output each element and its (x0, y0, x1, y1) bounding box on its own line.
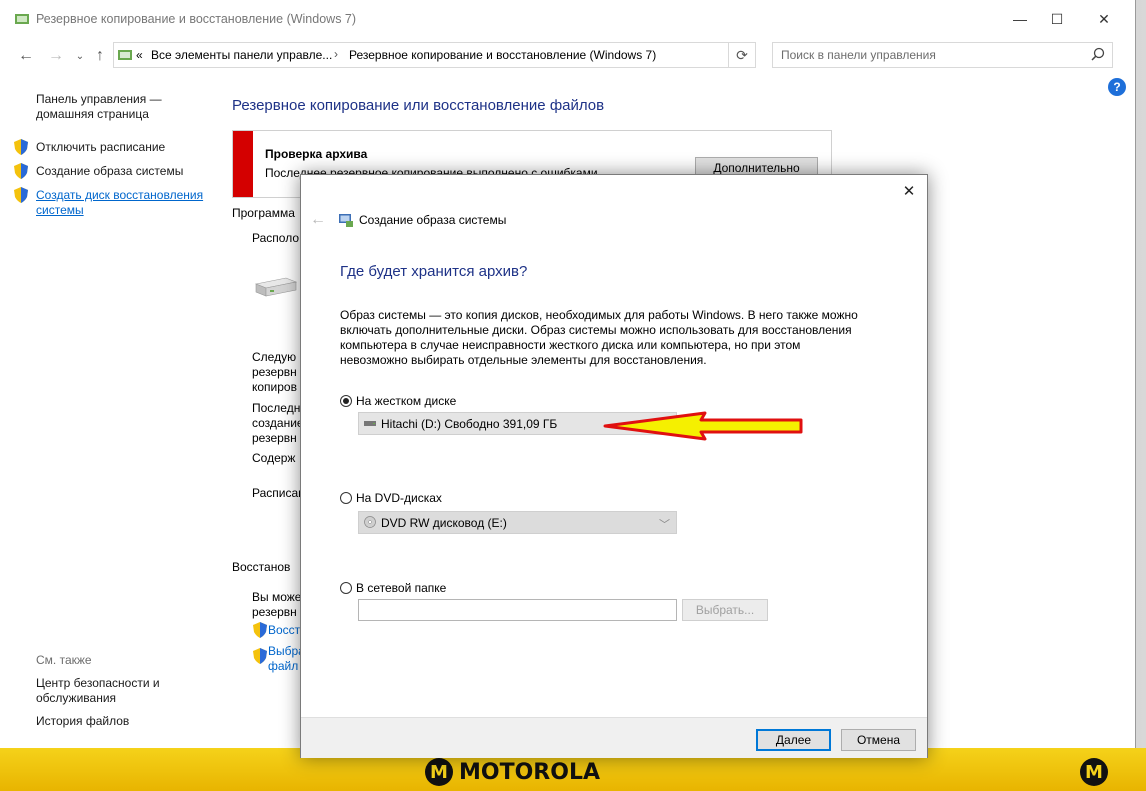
sidebar-link-file-history[interactable]: История файлов (36, 714, 129, 729)
option-network-folder[interactable]: В сетевой папке (340, 581, 446, 595)
window-title: Резервное копирование и восстановление (… (36, 12, 357, 26)
search-input[interactable] (773, 43, 1099, 67)
location-label: Располо (252, 231, 299, 245)
sidebar-item-create-recovery-disk[interactable]: Создать диск восстановления системы (36, 188, 203, 218)
last-backup-label-3: резервн (252, 431, 297, 445)
hard-drive-icon (254, 277, 298, 297)
cancel-button[interactable]: Отмена (841, 729, 916, 751)
breadcrumb-all-items[interactable]: Все элементы панели управле... (151, 48, 332, 62)
address-bar[interactable]: « Все элементы панели управле... › Резер… (113, 42, 756, 68)
dialog-close-button[interactable]: ✕ (899, 181, 919, 201)
hard-drive-icon (364, 421, 376, 426)
close-button[interactable]: ✕ (1081, 0, 1127, 38)
sidebar-item-create-system-image[interactable]: Создание образа системы (36, 164, 183, 179)
motorola-badge: M (425, 758, 453, 786)
shield-icon (253, 622, 267, 638)
backup-app-icon (15, 14, 29, 24)
maximize-button[interactable]: ☐ (1034, 0, 1080, 38)
radio-selected-dot (343, 398, 349, 404)
next-backup-label: Следую (252, 350, 297, 364)
sidebar-item-disable-schedule[interactable]: Отключить расписание (36, 140, 165, 155)
dialog-heading: Где будет хранится архив? (340, 263, 528, 280)
alert-title: Проверка архива (265, 147, 368, 161)
network-folder-input[interactable] (358, 599, 677, 621)
breadcrumb-backup[interactable]: Резервное копирование и восстановление (… (349, 48, 656, 62)
dialog-footer: Далее Отмена (301, 717, 927, 758)
motorola-logo-right: M (1080, 757, 1108, 787)
dvd-select[interactable]: DVD RW дисковод (E:) ﹀ (358, 511, 677, 534)
title-bar[interactable]: Резервное копирование и восстановление (… (0, 0, 1135, 38)
sidebar-link-security-center[interactable]: Центр безопасности и обслуживания (36, 676, 160, 706)
refresh-icon[interactable]: ⟳ (728, 43, 755, 67)
help-icon[interactable]: ? (1108, 78, 1126, 96)
next-backup-label-2: резервн (252, 365, 297, 379)
option-dvd-label[interactable]: На DVD-дисках (356, 491, 442, 505)
option-network-label[interactable]: В сетевой папке (356, 581, 446, 595)
control-panel-icon (118, 50, 132, 60)
option-hard-disk-label[interactable]: На жестком диске (356, 394, 456, 408)
dialog-title: Создание образа системы (359, 213, 507, 227)
see-also-title: См. также (36, 653, 92, 667)
shield-icon (14, 139, 28, 155)
shield-icon (14, 163, 28, 179)
forward-arrow-icon[interactable]: → (44, 46, 68, 66)
dvd-select-value: DVD RW дисковод (E:) (381, 516, 507, 530)
hard-disk-select-value: Hitachi (D:) Свободно 391,09 ГБ (381, 417, 558, 431)
section-program: Программа (232, 206, 295, 220)
last-backup-label-2: создание (252, 416, 304, 430)
create-system-image-dialog: ✕ ← Создание образа системы Где будет хр… (300, 174, 928, 758)
motorola-wordmark: MOTOROLA (459, 759, 600, 785)
breadcrumb-prefix[interactable]: « (136, 48, 143, 62)
sidebar-home-link[interactable]: Панель управления — домашняя страница (36, 92, 162, 122)
radio-hard-disk[interactable] (340, 395, 352, 407)
search-icon[interactable] (1090, 47, 1106, 63)
motorola-badge-right: M (1080, 758, 1108, 786)
restore-desc: Вы може (252, 590, 302, 604)
red-arrow-annotation (603, 411, 803, 441)
shield-icon (253, 648, 267, 664)
option-hard-disk[interactable]: На жестком диске (340, 394, 456, 408)
section-restore: Восстанов (232, 560, 291, 574)
dialog-description: Образ системы — это копия дисков, необхо… (340, 308, 858, 367)
radio-network-folder[interactable] (340, 582, 352, 594)
alert-color-bar (233, 131, 253, 197)
motorola-logo: M MOTOROLA (425, 757, 600, 787)
system-image-icon (339, 214, 353, 227)
select-backup-link-2[interactable]: файл (268, 659, 298, 674)
search-box[interactable] (772, 42, 1113, 68)
back-arrow-icon[interactable]: ← (14, 46, 38, 66)
shield-icon (14, 187, 28, 203)
up-arrow-icon[interactable]: ↑ (88, 46, 112, 66)
option-dvd[interactable]: На DVD-дисках (340, 491, 442, 505)
chevron-down-icon[interactable]: ﹀ (659, 516, 670, 532)
page-title: Резервное копирование или восстановление… (232, 97, 605, 114)
last-backup-label: Последн (252, 401, 301, 415)
browse-button[interactable]: Выбрать... (682, 599, 768, 621)
breadcrumb-separator: › (334, 47, 338, 61)
restore-desc-2: резервн (252, 605, 297, 619)
next-button[interactable]: Далее (756, 729, 831, 751)
restore-files-link[interactable]: Восст (268, 623, 300, 638)
dialog-back-arrow-icon[interactable]: ← (308, 211, 328, 229)
radio-dvd[interactable] (340, 492, 352, 504)
schedule-label: Расписан (252, 486, 305, 500)
dvd-drive-icon (364, 516, 376, 528)
contents-label: Содерж (252, 451, 296, 465)
next-backup-label-3: копиров (252, 380, 297, 394)
